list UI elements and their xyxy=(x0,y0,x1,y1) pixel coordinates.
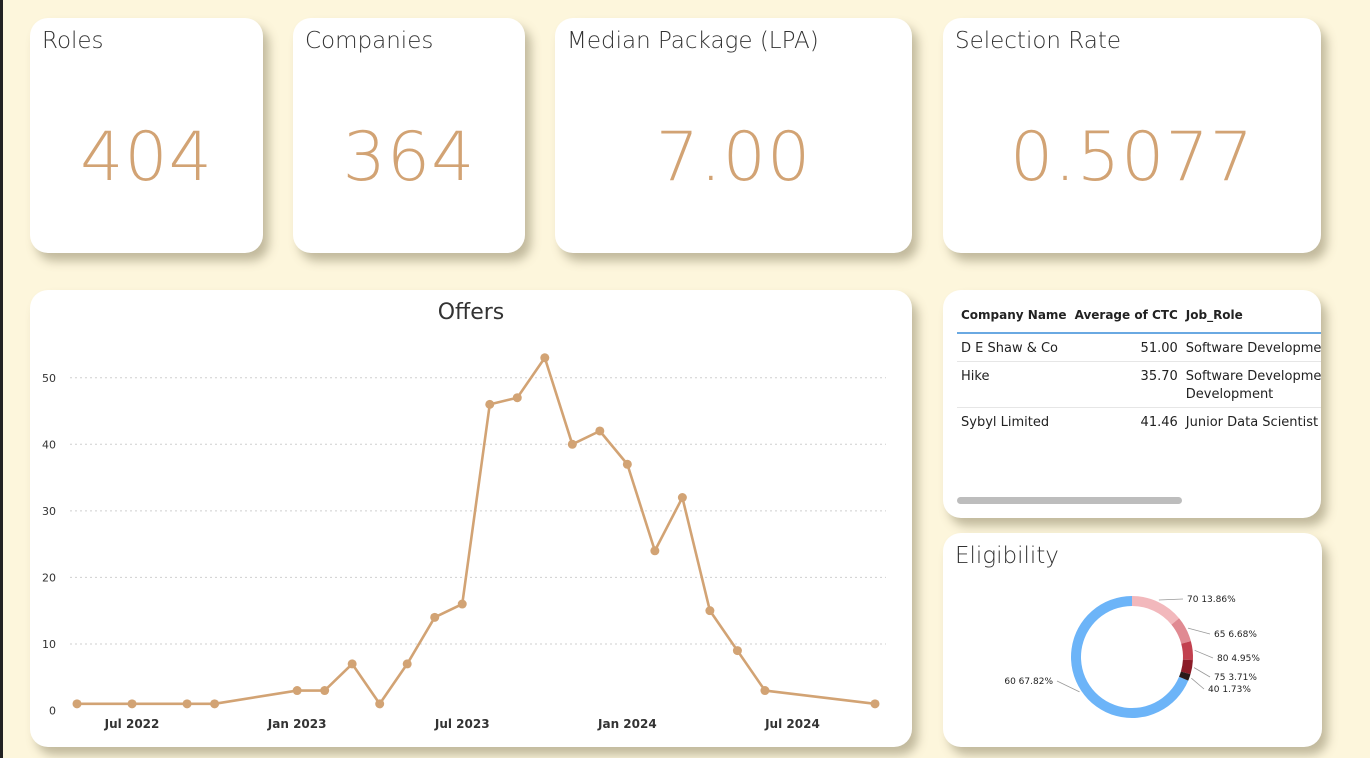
x-tick-label: Jan 2024 xyxy=(597,717,657,731)
offers-data-point[interactable] xyxy=(457,599,467,609)
offers-data-point[interactable] xyxy=(732,646,742,656)
offers-data-point[interactable] xyxy=(127,699,137,709)
column-header-company[interactable]: Company Name xyxy=(957,300,1071,334)
offers-data-point[interactable] xyxy=(650,546,660,556)
companies-title: Companies xyxy=(305,28,434,54)
cell-job-role-line1: Software Developmen xyxy=(1185,369,1321,384)
donut-leader-line xyxy=(1056,680,1080,693)
x-tick-label: Jul 2024 xyxy=(764,717,820,731)
column-header-ctc[interactable]: Average of CTC xyxy=(1070,300,1182,334)
cell-ctc: 41.46 xyxy=(1140,415,1178,430)
cell-job-role-line2: Development xyxy=(1185,387,1274,402)
company-table-card[interactable]: Company Name Average of CTC Job_Role D E… xyxy=(943,290,1321,518)
y-tick-label: 20 xyxy=(42,571,56,584)
median-package-card[interactable]: Median Package (LPA) 7.00 xyxy=(555,18,912,253)
y-tick-label: 10 xyxy=(42,638,56,651)
selection-rate-value: 0.5077 xyxy=(1010,118,1254,197)
cell-company: Hike xyxy=(957,361,1071,408)
cell-job-role: Junior Data Scientist xyxy=(1185,415,1319,430)
donut-data-label: 75 3.71% xyxy=(1214,673,1257,683)
offers-data-point[interactable] xyxy=(870,699,880,709)
donut-data-label: 80 4.95% xyxy=(1217,654,1260,664)
median-package-value: 7.00 xyxy=(655,118,812,197)
x-tick-label: Jul 2023 xyxy=(434,717,490,731)
offers-data-point[interactable] xyxy=(402,659,412,669)
donut-data-label: 65 6.68% xyxy=(1214,630,1257,640)
offers-data-point[interactable] xyxy=(182,699,192,709)
column-header-job-role[interactable]: Job_Role xyxy=(1181,300,1321,334)
offers-line-chart[interactable]: 0 10 20 30 40 50 Jul 2022 Jan 2023 Jul 2023 Jan 2… xyxy=(30,290,912,747)
selection-rate-card[interactable]: Selection Rate 0.5077 xyxy=(943,18,1321,253)
donut-leader-line xyxy=(1191,677,1205,690)
roles-card[interactable]: Roles 404 xyxy=(30,18,263,253)
offers-chart-card[interactable]: Offers 0 10 20 30 40 50 Jul 2022 Jan 2023 Jul 20… xyxy=(30,290,912,747)
y-tick-label: 40 xyxy=(42,438,56,451)
y-tick-label: 30 xyxy=(42,505,56,518)
offers-data-point[interactable] xyxy=(320,686,330,696)
offers-data-point[interactable] xyxy=(430,612,440,622)
offers-data-point[interactable] xyxy=(595,426,605,436)
roles-title: Roles xyxy=(42,28,104,54)
offers-data-point[interactable] xyxy=(540,353,550,363)
offers-data-point[interactable] xyxy=(72,699,82,709)
donut-data-label: 70 13.86% xyxy=(1187,595,1236,605)
cell-company: D E Shaw & Co xyxy=(957,333,1071,362)
offers-data-point[interactable] xyxy=(512,393,522,403)
donut-data-label: 60 67.82% xyxy=(1004,677,1053,687)
x-tick-label: Jan 2023 xyxy=(267,717,327,731)
median-package-title: Median Package (LPA) xyxy=(567,28,819,54)
x-tick-label: Jul 2022 xyxy=(104,717,160,731)
cell-job-role: Software Developmen Development xyxy=(1181,361,1321,408)
selection-rate-title: Selection Rate xyxy=(955,28,1122,54)
donut-leader-line xyxy=(1194,649,1214,659)
offers-data-point[interactable] xyxy=(210,699,220,709)
window-left-border xyxy=(0,0,3,758)
offers-data-point[interactable] xyxy=(705,606,715,616)
company-ctc-table: Company Name Average of CTC Job_Role D E… xyxy=(957,300,1321,435)
y-tick-label: 0 xyxy=(49,705,56,718)
offers-data-point[interactable] xyxy=(567,439,577,449)
y-tick-label: 50 xyxy=(42,372,56,385)
eligibility-donut-chart[interactable]: 60 67.82% 70 13.86% 65 6.68% 80 4.95% 75 3.7… xyxy=(943,533,1322,747)
cell-job-role: Software Developmen xyxy=(1181,333,1321,362)
offers-data-point[interactable] xyxy=(347,659,357,669)
offers-data-point[interactable] xyxy=(485,399,495,409)
donut-slice-70[interactable] xyxy=(1132,596,1180,625)
cell-ctc: 51.00 xyxy=(1070,333,1182,362)
offers-data-point[interactable] xyxy=(292,686,302,696)
table-row[interactable]: D E Shaw & Co 51.00 Software Developmen xyxy=(957,333,1321,362)
table-header-row: Company Name Average of CTC Job_Role xyxy=(957,300,1321,334)
donut-leader-line xyxy=(1158,598,1184,601)
donut-data-label: 40 1.73% xyxy=(1208,685,1251,695)
companies-card[interactable]: Companies 364 xyxy=(293,18,525,253)
offers-data-point[interactable] xyxy=(622,459,632,469)
offers-series-line xyxy=(77,356,876,706)
donut-leader-line xyxy=(1187,627,1211,635)
offers-data-point[interactable] xyxy=(677,493,687,503)
donut-slice-80[interactable] xyxy=(1181,641,1193,661)
table-row[interactable]: Hike 35.70 Software Developmen Developmen… xyxy=(957,361,1321,408)
companies-value: 364 xyxy=(342,118,476,197)
table-row[interactable]: Sybyl Limited 41.46 Junior Data Scientis… xyxy=(957,408,1321,436)
donut-leader-line xyxy=(1193,667,1211,678)
table-horizontal-scrollbar[interactable] xyxy=(957,497,1182,504)
roles-value: 404 xyxy=(80,118,213,197)
cell-ctc: 35.70 xyxy=(1070,361,1182,408)
offers-data-point[interactable] xyxy=(760,686,770,696)
cell-company: Sybyl Limited xyxy=(961,415,1050,430)
offers-data-point[interactable] xyxy=(375,699,385,709)
eligibility-card[interactable]: Eligibility 60 67.82% 70 13.86% 65 6.68% 80… xyxy=(943,533,1322,747)
